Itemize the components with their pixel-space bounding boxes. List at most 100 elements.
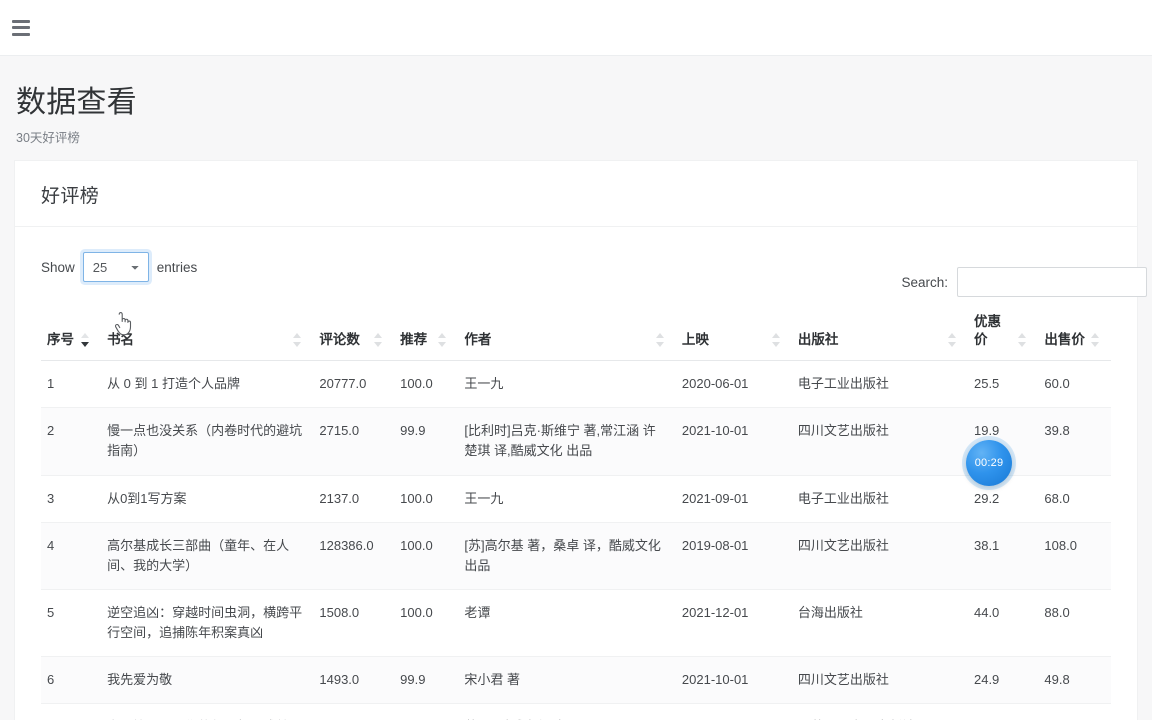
search-control: Search: <box>901 267 1147 297</box>
cell-recommend: 100.0 <box>394 589 459 658</box>
column-label: 优惠价 <box>973 314 1001 347</box>
top-navbar <box>0 0 1152 56</box>
column-header-author[interactable]: 作者 <box>458 305 676 362</box>
cell-book-name: 慢一点也没关系（内卷时代的避坑指南） <box>101 407 314 476</box>
cell-author: [苏]高尔基 著，桑卓 译，酷威文化 出品 <box>458 522 676 590</box>
table-row[interactable]: 5 逆空追凶：穿越时间虫洞，横跨平行空间，追捕陈年积案真凶 1508.0 100.0 老… <box>41 589 1111 658</box>
column-label: 作者 <box>464 331 492 347</box>
column-header-book-name[interactable]: 书名 <box>101 305 314 362</box>
cell-sale-price: 39.8 <box>1038 703 1111 720</box>
search-input[interactable] <box>957 267 1147 297</box>
sort-toggle-icon[interactable] <box>947 333 958 348</box>
cell-comments: 86190.0 <box>313 703 395 720</box>
cell-discount-price: 25.5 <box>967 360 1039 409</box>
hamburger-icon[interactable] <box>10 19 32 37</box>
column-label: 出版社 <box>797 331 839 347</box>
column-header-comments[interactable]: 评论数 <box>313 305 395 362</box>
card-title: 好评榜 <box>41 186 100 207</box>
cell-sale-price: 68.0 <box>1038 475 1111 523</box>
column-header-publisher[interactable]: 出版社 <box>791 305 968 362</box>
hamburger-bar <box>12 19 30 23</box>
table-row[interactable]: 2 慢一点也没关系（内卷时代的避坑指南） 2715.0 99.9 [比利时]吕克·斯维宁… <box>41 407 1111 476</box>
page-subtitle: 30天好评榜 <box>16 130 80 145</box>
sort-toggle-icon[interactable] <box>655 333 666 348</box>
card-header: 好评榜 <box>15 161 1137 227</box>
table-row[interactable]: 7向上管理：与你的领导相互成就86190.0100.0萧雨, 酷威文化 出品20… <box>41 703 1111 720</box>
cell-release-date: 2021-10-01 <box>675 656 792 705</box>
table-row[interactable]: 6 我先爱为敬 1493.0 99.9 宋小君 著 2021-10-01 四川文艺出版社 24… <box>41 656 1111 705</box>
hamburger-bar <box>12 32 30 36</box>
cell-book-name: 我先爱为敬 <box>101 656 314 705</box>
sort-toggle-icon[interactable] <box>771 333 782 348</box>
column-header-sale-price[interactable]: 出售价 <box>1038 305 1111 362</box>
cell-index: 4 <box>41 522 102 590</box>
cell-release-date: 2021-10-01 <box>675 407 792 476</box>
show-label: Show <box>41 259 75 275</box>
cell-release-date: 2019-06-01 <box>675 703 792 720</box>
table-row[interactable]: 1从 0 到 1 打造个人品牌 20777.0 100.0 王一九 2020-06-01… <box>41 360 1111 409</box>
data-card: 好评榜 Show 102550100 entries Search: <box>14 160 1147 720</box>
cell-release-date: 2021-09-01 <box>675 475 792 523</box>
entries-select[interactable]: 102550100 <box>82 252 149 282</box>
page-title: 数据查看 <box>16 86 137 119</box>
column-label: 评论数 <box>319 331 360 347</box>
sort-toggle-icon[interactable] <box>293 333 303 348</box>
sort-ascending-icon[interactable] <box>81 333 91 348</box>
entries-length-control: Show 102550100 entries <box>41 252 197 282</box>
cell-recommend: 100.0 <box>394 703 459 720</box>
table-row[interactable]: 4 高尔基成长三部曲（童年、在人间、我的大学） 128386.0 100.0 [苏]高尔… <box>41 522 1111 590</box>
cell-release-date: 2020-06-01 <box>675 360 792 409</box>
cell-index: 3 <box>41 475 102 523</box>
cell-author: 宋小君 著 <box>458 656 676 705</box>
sort-toggle-icon[interactable] <box>1018 333 1028 348</box>
cell-comments: 128386.0 <box>313 522 395 590</box>
cell-index: 2 <box>41 407 102 476</box>
entries-label-wrap: Show 102550100 entries <box>41 252 197 282</box>
cell-index: 6 <box>41 656 102 705</box>
cell-index: 5 <box>41 589 102 658</box>
cell-discount-price: 19.9 <box>967 703 1039 720</box>
column-label: 书名 <box>107 331 135 347</box>
cell-comments: 20777.0 <box>313 360 395 409</box>
cell-publisher: 四川文艺出版社 <box>791 656 968 705</box>
entries-label: entries <box>156 259 198 275</box>
cell-publisher: 台海出版社 <box>791 589 968 658</box>
cell-sale-price: 39.8 <box>1038 407 1111 476</box>
cell-author: 王一九 <box>458 360 676 409</box>
recorder-time-label: 00:29 <box>974 457 1004 469</box>
search-label: Search: <box>901 274 948 290</box>
cell-release-date: 2021-12-01 <box>675 589 792 658</box>
cell-publisher: 四川文艺出版社 <box>791 522 968 590</box>
cell-author: 萧雨, 酷威文化 出品 <box>458 703 676 720</box>
cell-book-name: 从 0 到 1 打造个人品牌 <box>101 360 314 409</box>
cell-author: 老谭 <box>458 589 676 658</box>
cell-comments: 1493.0 <box>313 656 395 705</box>
cell-publisher: 电子工业出版社 <box>791 475 968 523</box>
cell-recommend: 100.0 <box>394 360 459 409</box>
sort-toggle-icon[interactable] <box>374 333 384 348</box>
cell-sale-price: 108.0 <box>1038 522 1111 590</box>
column-label: 推荐 <box>400 331 428 347</box>
table-head: 序号 书名 评论数 推荐 作者 上映 出版社 优惠价 出售价 <box>41 305 1111 362</box>
column-label: 上映 <box>681 331 709 347</box>
cell-comments: 2137.0 <box>313 475 395 523</box>
column-header-release-date[interactable]: 上映 <box>675 305 792 362</box>
column-label: 出售价 <box>1044 331 1085 347</box>
column-header-discount-price[interactable]: 优惠价 <box>967 305 1039 362</box>
cell-recommend: 99.9 <box>394 656 459 705</box>
table-row[interactable]: 3 从0到1写方案 2137.0 100.0 王一九 2021-09-01 电子工业出版社 2… <box>41 475 1111 523</box>
page-header: 数据查看 30天好评榜 <box>0 56 1152 160</box>
sort-toggle-icon[interactable] <box>438 333 448 348</box>
cell-book-name: 从0到1写方案 <box>101 475 314 523</box>
app-root: 数据查看 30天好评榜 好评榜 Show 102550100 entries S… <box>0 0 1152 720</box>
cell-publisher: 电子工业出版社 <box>791 360 968 409</box>
column-header-recommend[interactable]: 推荐 <box>394 305 459 362</box>
sort-toggle-icon[interactable] <box>1091 333 1101 348</box>
cell-recommend: 99.9 <box>394 407 459 476</box>
cell-sale-price: 49.8 <box>1038 656 1111 705</box>
column-label: 序号 <box>47 331 74 347</box>
cell-release-date: 2019-08-01 <box>675 522 792 590</box>
cell-sale-price: 88.0 <box>1038 589 1111 658</box>
column-header-index[interactable]: 序号 <box>41 305 102 362</box>
screen-recorder-timer-badge[interactable]: 00:29 <box>966 440 1012 486</box>
